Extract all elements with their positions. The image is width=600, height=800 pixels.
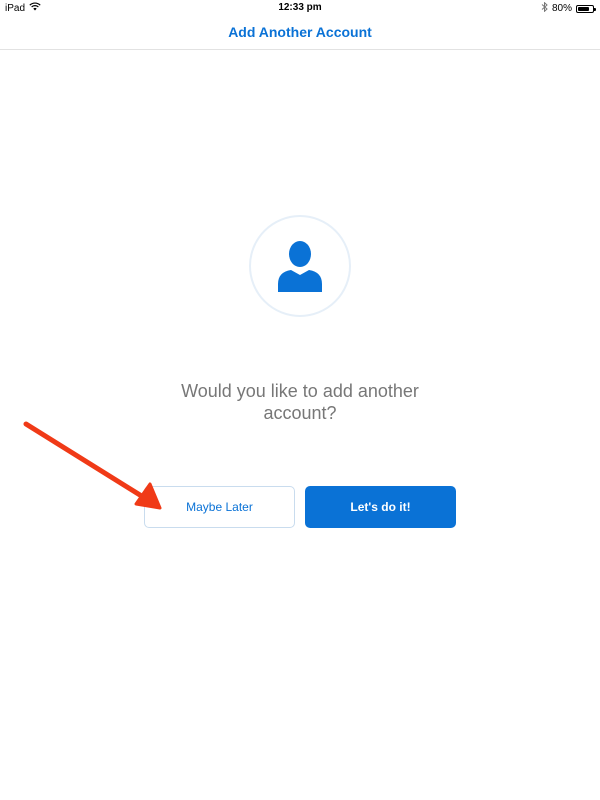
battery-icon [576, 4, 596, 13]
page-title: Add Another Account [228, 24, 372, 40]
maybe-later-button[interactable]: Maybe Later [144, 486, 295, 528]
status-right: 80% [541, 1, 596, 15]
battery-cap [594, 7, 596, 11]
avatar [249, 215, 351, 317]
status-bar: iPad 12:33 pm 80% [0, 0, 600, 16]
lets-do-it-button[interactable]: Let's do it! [305, 486, 456, 528]
screen: iPad 12:33 pm 80% Add Another Account Wo… [0, 0, 600, 800]
status-time: 12:33 pm [278, 2, 322, 13]
battery-fill [578, 6, 590, 11]
add-account-question: Would you like to add another account? [181, 381, 419, 423]
person-icon [278, 241, 322, 292]
bluetooth-icon [541, 1, 548, 15]
battery-percent: 80% [551, 3, 572, 14]
nav-bar: Add Another Account [0, 16, 600, 50]
maybe-later-label: Maybe Later [186, 500, 253, 514]
lets-do-it-label: Let's do it! [350, 500, 411, 514]
